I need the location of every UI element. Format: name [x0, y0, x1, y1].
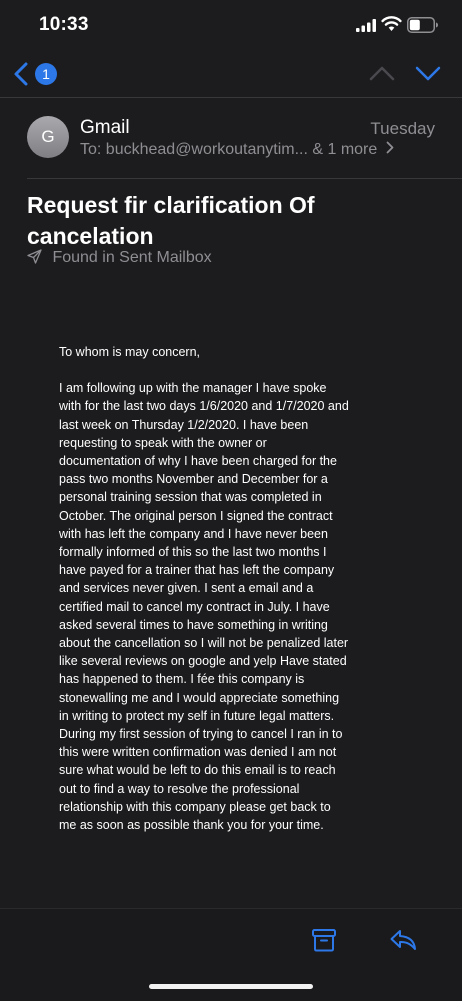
wifi-icon: [381, 16, 402, 31]
chevron-up-icon: [369, 66, 395, 81]
cellular-signal-icon: [356, 19, 376, 32]
avatar[interactable]: G: [27, 116, 69, 158]
paper-plane-icon: [27, 249, 42, 264]
message-subject: Request fir clarification Of cancelation: [27, 192, 315, 249]
chevron-down-icon: [415, 66, 441, 81]
to-label: To:: [80, 141, 102, 158]
body-paragraph: I am following up with the manager I hav…: [59, 381, 349, 833]
message-date: Tuesday: [370, 119, 435, 138]
status-time: 10:33: [39, 14, 89, 35]
battery-icon: [407, 17, 438, 33]
mailbox-location[interactable]: Found in Sent Mailbox: [27, 249, 212, 267]
reply-button[interactable]: [389, 928, 417, 952]
home-indicator[interactable]: [149, 984, 313, 989]
next-message-button[interactable]: [414, 62, 442, 84]
recipient-address: buckhead@workoutanytim... & 1 more: [105, 141, 378, 158]
unread-count-badge: 1: [35, 63, 57, 85]
archive-button[interactable]: [311, 927, 337, 953]
reply-arrow-icon: [390, 930, 416, 950]
divider: [27, 178, 462, 179]
message-body: To whom is may concern, I am following u…: [59, 343, 349, 852]
status-bar: 10:33: [0, 0, 462, 50]
back-button[interactable]: 1: [10, 60, 60, 88]
recipients-row[interactable]: To: buckhead@workoutanytim... & 1 more: [80, 141, 394, 159]
mailbox-note: Found in Sent Mailbox: [52, 249, 212, 266]
sender-name[interactable]: Gmail: [80, 117, 130, 139]
navigation-bar: 1: [0, 50, 462, 96]
previous-message-button[interactable]: [368, 62, 396, 84]
body-greeting: To whom is may concern,: [59, 345, 201, 359]
archive-box-icon: [312, 929, 336, 952]
message-header: G Gmail Tuesday To: buckhead@workoutanyt…: [0, 98, 462, 178]
chevron-left-icon: [14, 62, 28, 86]
chevron-right-icon: [386, 141, 394, 154]
